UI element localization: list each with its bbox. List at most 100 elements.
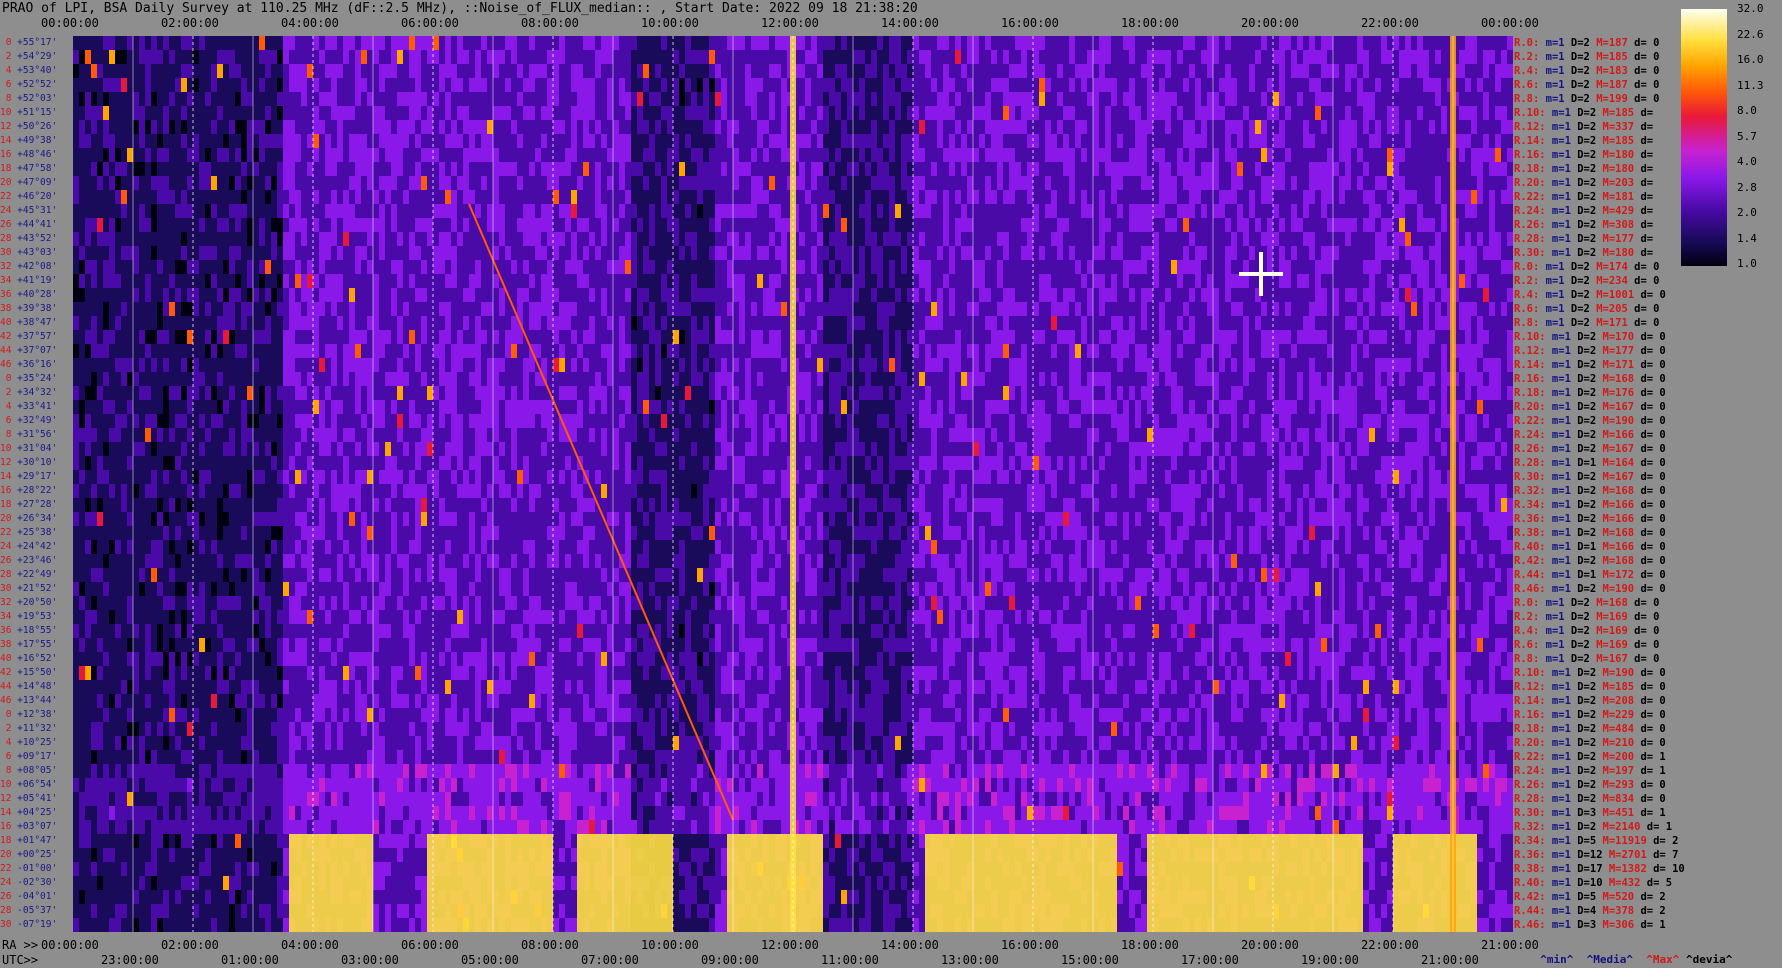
heatmap-cell: [1279, 36, 1286, 51]
heatmap-cell: [811, 190, 818, 205]
heatmap-cell: [1129, 148, 1136, 163]
heatmap-cell: [397, 232, 404, 247]
heatmap-cell: [157, 36, 164, 51]
heatmap-cell: [133, 148, 140, 163]
heatmap-cell: [1339, 106, 1346, 121]
heatmap-cell: [877, 120, 884, 135]
heatmap-cell: [1429, 190, 1436, 205]
heatmap-cell: [1075, 148, 1082, 163]
heatmap-cell: [1147, 162, 1154, 177]
heatmap-cell: [487, 218, 494, 233]
heatmap-cell: [739, 148, 746, 163]
heatmap-cell: [1435, 232, 1442, 247]
heatmap-cell: [1243, 148, 1250, 163]
heatmap-cell: [229, 78, 236, 93]
heatmap-cell: [367, 288, 374, 303]
heatmap-cell: [1165, 232, 1172, 247]
heatmap-cell: [673, 218, 680, 233]
heatmap-cell: [163, 232, 170, 247]
heatmap-cell: [1459, 64, 1466, 79]
heatmap-cell: [943, 218, 950, 233]
heatmap-cell: [481, 288, 488, 303]
heatmap-cell: [1081, 162, 1088, 177]
heatmap-cell: [1021, 50, 1028, 65]
heatmap-cell: [1309, 176, 1316, 191]
heatmap-cell: [997, 302, 1004, 317]
heatmap-cell: [1429, 162, 1436, 177]
heatmap-cell: [547, 260, 554, 275]
dec-index: 10: [0, 779, 12, 790]
heatmap-cell: [1255, 50, 1262, 65]
heatmap-cell: [1381, 218, 1388, 233]
heatmap-cell: [733, 288, 740, 303]
heatmap-cell: [403, 134, 410, 149]
heatmap-cell: [847, 134, 854, 149]
heatmap-cell: [847, 288, 854, 303]
heatmap-cell: [979, 36, 986, 51]
heatmap-cell: [1087, 148, 1094, 163]
heatmap-cell: [343, 36, 350, 51]
heatmap-cell: [1021, 190, 1028, 205]
heatmap-cell: [727, 148, 734, 163]
heatmap-cell: [547, 162, 554, 177]
heatmap-cell: [661, 162, 668, 177]
dec-index: 20: [0, 177, 12, 188]
heatmap-cell: [319, 288, 326, 303]
heatmap-cell: [415, 274, 422, 289]
heatmap-cell: [1225, 134, 1232, 149]
heatmap-cell: [175, 36, 182, 51]
heatmap-cell: [97, 246, 104, 261]
heatmap-cell: [289, 218, 296, 233]
heatmap-cell: [265, 92, 272, 107]
heatmap-cell: [427, 246, 434, 261]
heatmap-cell: [481, 274, 488, 289]
heatmap-cell: [1279, 246, 1286, 261]
heatmap-cell: [1417, 64, 1424, 79]
heatmap-cell: [1501, 246, 1508, 261]
heatmap-cell: [397, 302, 404, 317]
heatmap-cell: [1255, 232, 1262, 247]
heatmap-cell: [385, 162, 392, 177]
heatmap-cell: [967, 78, 974, 93]
heatmap-cell: [1171, 274, 1178, 289]
heatmap-cell: [1309, 274, 1316, 289]
heatmap-cell: [1219, 78, 1226, 93]
heatmap-cell: [1099, 204, 1106, 219]
heatmap-cell: [367, 246, 374, 261]
heatmap-cell: [1105, 246, 1112, 261]
heatmap-cell: [1033, 134, 1040, 149]
heatmap-cell: [1159, 148, 1166, 163]
heatmap-cell: [73, 218, 80, 233]
heatmap-cell: [679, 120, 686, 135]
heatmap-cell: [1297, 246, 1304, 261]
heatmap-cell: [1225, 260, 1232, 275]
heatmap-cell: [1063, 120, 1070, 135]
heatmap-cell: [655, 148, 662, 163]
heatmap-cell: [529, 64, 536, 79]
heatmap-cell: [1345, 106, 1352, 121]
heatmap-cell: [1393, 204, 1400, 219]
heatmap-cell: [463, 176, 470, 191]
heatmap-cell: [1405, 162, 1412, 177]
heatmap-cell: [379, 260, 386, 275]
heatmap-cell: [1315, 260, 1322, 275]
heatmap-cell: [523, 274, 530, 289]
heatmap-cell: [397, 106, 404, 121]
heatmap-cell: [445, 204, 452, 219]
heatmap-cell: [1405, 190, 1412, 205]
heatmap-cell: [1327, 176, 1334, 191]
heatmap-cell: [1381, 134, 1388, 149]
heatmap-cell: [397, 288, 404, 303]
heatmap-cell: [1195, 148, 1202, 163]
heatmap-cell: [1435, 162, 1442, 177]
heatmap-cell: [487, 64, 494, 79]
heatmap-cell: [163, 176, 170, 191]
heatmap-cell: [541, 50, 548, 65]
heatmap-cell: [1243, 218, 1250, 233]
heatmap-cell: [799, 190, 806, 205]
heatmap-cell: [1459, 190, 1466, 205]
heatmap-cell: [121, 260, 128, 275]
heatmap-cell: [1477, 260, 1484, 275]
heatmap-cell: [265, 120, 272, 135]
heatmap-cell: [1237, 274, 1244, 289]
